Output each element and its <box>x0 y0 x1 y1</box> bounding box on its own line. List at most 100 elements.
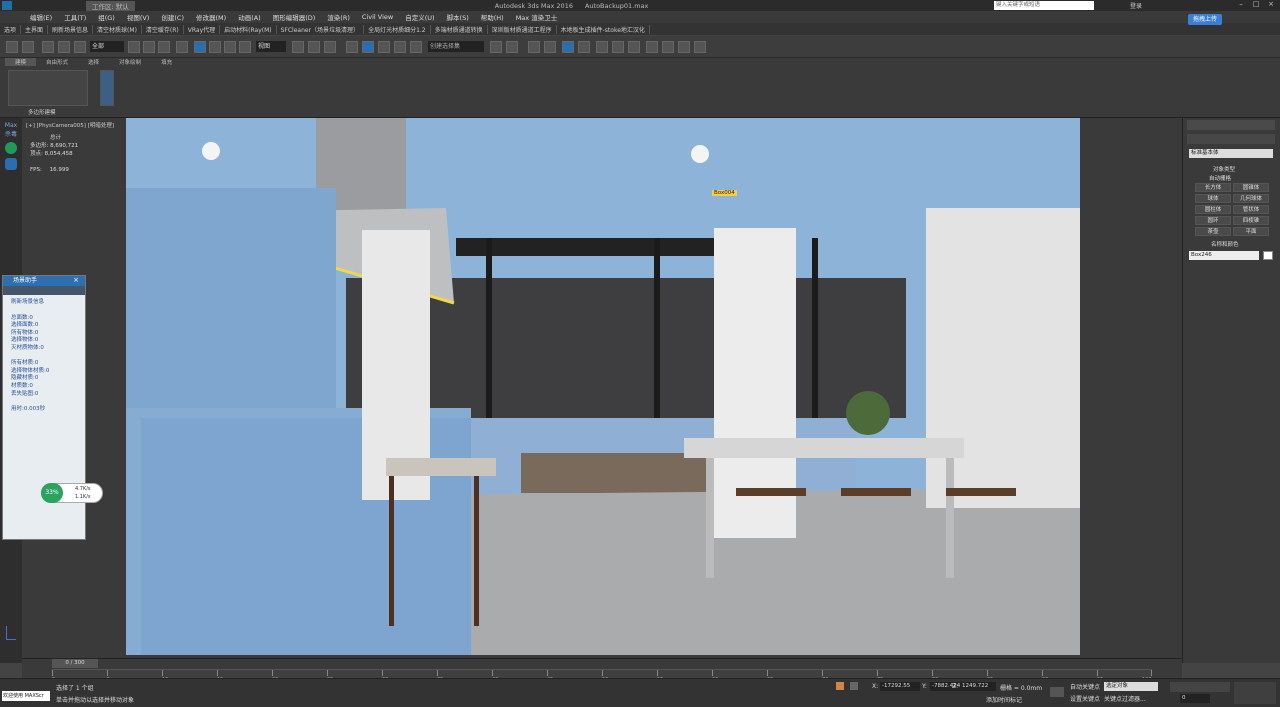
name-color-header[interactable]: 名称和颜色 <box>1211 240 1239 248</box>
shield-icon[interactable] <box>5 158 17 170</box>
plugin-link-11[interactable]: 木地板生成插件-stoke地汇汉化 <box>557 24 650 34</box>
plugin-link-2[interactable]: 刷新场景信息 <box>48 24 94 34</box>
a360-icon[interactable] <box>694 41 706 53</box>
schematic-view-icon[interactable] <box>578 41 590 53</box>
maxscript-listener[interactable]: 欢迎使用 MAXScr <box>2 691 50 701</box>
angle-snap-icon[interactable] <box>362 41 374 53</box>
key-filters-button[interactable]: 关键点过滤器... <box>1104 694 1146 703</box>
menu-scripting[interactable]: 脚本(S) <box>441 12 475 22</box>
upload-button[interactable]: 拖拽上传 <box>1188 14 1222 25</box>
menu-rendering[interactable]: 渲染(R) <box>321 12 356 22</box>
select-by-name-icon[interactable] <box>143 41 155 53</box>
spinner-snap-icon[interactable] <box>394 41 406 53</box>
cylinder-button[interactable]: 圆柱体 <box>1195 205 1231 214</box>
tab-selection[interactable]: 选择 <box>78 58 109 66</box>
workspace-selector[interactable]: 工作区: 默认 <box>86 0 135 11</box>
menu-tools[interactable]: 工具(T) <box>58 12 92 22</box>
selection-mode-dropdown[interactable]: 选定对象 <box>1104 682 1158 691</box>
minimize-button[interactable]: – <box>1234 0 1248 10</box>
viewport-nav-icons[interactable] <box>1234 682 1276 704</box>
placement-icon[interactable] <box>239 41 251 53</box>
tab-populate[interactable]: 填充 <box>151 58 182 66</box>
undo-icon[interactable] <box>6 41 18 53</box>
panel-close-icon[interactable]: × <box>73 276 79 284</box>
render-cloud-icon[interactable] <box>678 41 690 53</box>
app-logo-icon[interactable] <box>2 1 12 10</box>
menu-modifiers[interactable]: 修改器(M) <box>190 12 232 22</box>
time-slider[interactable]: 0 / 300 <box>52 659 98 668</box>
menu-group[interactable]: 组(G) <box>92 12 121 22</box>
plugin-link-1[interactable]: 主界面 <box>21 24 49 34</box>
plugin-link-7[interactable]: SFCleaner（场景垃圾清理） <box>277 24 365 34</box>
tab-object-paint[interactable]: 对象绘制 <box>109 58 151 66</box>
object-type-header[interactable]: 对象类型 <box>1213 165 1235 173</box>
select-object-icon[interactable] <box>128 41 140 53</box>
menu-graph-editors[interactable]: 图形编辑器(D) <box>267 12 322 22</box>
percent-snap-icon[interactable] <box>378 41 390 53</box>
mirror-icon[interactable] <box>490 41 502 53</box>
viewport-label[interactable]: [+] [PhysCamera005] [明暗处理] <box>26 121 114 129</box>
render-production-icon[interactable] <box>646 41 658 53</box>
menu-views[interactable]: 视图(V) <box>121 12 156 22</box>
object-name-field[interactable]: Box246 <box>1189 251 1259 260</box>
tab-modeling[interactable]: 建模 <box>5 58 37 66</box>
tab-freeform[interactable]: 自由形式 <box>36 58 78 66</box>
selection-region-icon[interactable] <box>158 41 170 53</box>
keyboard-shortcut-icon[interactable] <box>324 41 336 53</box>
plane-button[interactable]: 平面 <box>1233 227 1269 236</box>
playback-controls[interactable] <box>1170 682 1230 692</box>
menu-max-guard[interactable]: Max 渲染卫士 <box>510 12 564 22</box>
menu-help[interactable]: 帮助(H) <box>475 12 510 22</box>
align-icon[interactable] <box>506 41 518 53</box>
maximize-button[interactable]: □ <box>1249 0 1263 10</box>
tube-button[interactable]: 管状体 <box>1233 205 1269 214</box>
window-crossing-icon[interactable] <box>176 41 188 53</box>
plugin-link-8[interactable]: 全局灯光材质细分1.2 <box>364 24 431 34</box>
track-bar[interactable]: 0 5 10 15 20 25 30 35 40 45 50 55 60 65 … <box>52 669 1152 683</box>
absolute-mode-icon[interactable] <box>850 682 858 690</box>
lock-selection-icon[interactable] <box>836 682 844 690</box>
ribbon-side-tools[interactable] <box>100 70 114 106</box>
camera-viewport[interactable]: Box004 <box>126 118 1080 655</box>
plugin-link-10[interactable]: 深圳版材质通道工程序 <box>488 24 557 34</box>
plugin-link-0[interactable]: 选项 <box>0 24 22 34</box>
layer-explorer-icon[interactable] <box>528 41 540 53</box>
set-key-button[interactable]: 设置关键点 <box>1070 694 1100 703</box>
panel-toolbar[interactable] <box>3 286 85 295</box>
plugin-link-3[interactable]: 清空材质球(M) <box>93 24 142 34</box>
unlink-icon[interactable] <box>58 41 70 53</box>
timeline[interactable]: 0 / 300 0 5 10 15 20 25 30 35 40 45 50 5… <box>22 658 1182 683</box>
refresh-scene-link[interactable]: 刷新场景信息 <box>11 299 77 307</box>
sphere-button[interactable]: 球体 <box>1195 194 1231 203</box>
autogrid-checkbox[interactable]: 自动栅格 <box>1209 174 1231 182</box>
named-selection-dropdown[interactable]: 创建选择集 <box>428 41 484 52</box>
close-button[interactable]: × <box>1264 0 1278 10</box>
poly-modeling-label[interactable]: 多边形建模 <box>28 108 56 116</box>
command-tabs[interactable] <box>1187 120 1275 130</box>
snap-toggle-icon[interactable] <box>346 41 358 53</box>
menu-civil-view[interactable]: Civil View <box>356 13 399 21</box>
select-move-icon[interactable] <box>194 41 206 53</box>
material-editor-icon[interactable] <box>596 41 608 53</box>
teapot-button[interactable]: 茶壶 <box>1195 227 1231 236</box>
object-color-swatch[interactable] <box>1263 251 1273 260</box>
refresh-icon[interactable] <box>5 142 17 154</box>
menu-customize[interactable]: 自定义(U) <box>399 12 440 22</box>
select-scale-icon[interactable] <box>224 41 236 53</box>
menu-animation[interactable]: 动画(A) <box>232 12 267 22</box>
ref-coord-dropdown[interactable]: 视图 <box>256 41 286 52</box>
move-cursor-icon[interactable] <box>308 41 320 53</box>
render-iterative-icon[interactable] <box>662 41 674 53</box>
curve-editor-icon[interactable] <box>562 41 574 53</box>
pyramid-button[interactable]: 四棱锥 <box>1233 216 1269 225</box>
user-login[interactable]: 登录 <box>1130 1 1142 10</box>
torus-button[interactable]: 圆环 <box>1195 216 1231 225</box>
select-rotate-icon[interactable] <box>209 41 221 53</box>
bind-spacewarp-icon[interactable] <box>74 41 86 53</box>
current-frame-field[interactable]: 0 <box>1180 694 1210 703</box>
plugin-link-4[interactable]: 清空缓存(R) <box>142 24 184 34</box>
toggle-ribbon-icon[interactable] <box>544 41 556 53</box>
redo-icon[interactable] <box>22 41 34 53</box>
geosphere-button[interactable]: 几何球体 <box>1233 194 1269 203</box>
auto-key-button[interactable]: 自动关键点 <box>1070 682 1100 691</box>
